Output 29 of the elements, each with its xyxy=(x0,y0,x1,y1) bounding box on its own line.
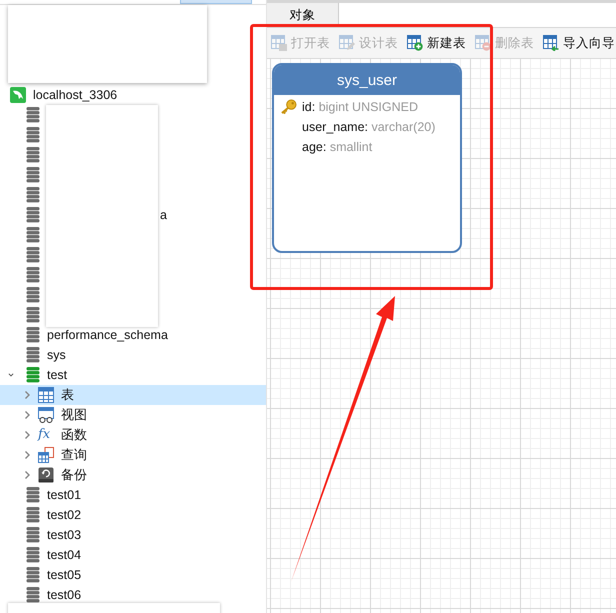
database-name[interactable]: test05 xyxy=(47,568,82,582)
tree-item[interactable]: 备份 xyxy=(0,465,266,485)
tree-item-label: 表 xyxy=(61,386,74,404)
tree-item[interactable]: 表 xyxy=(0,385,266,405)
tree-item[interactable]: 视图 xyxy=(0,405,266,425)
database-name[interactable]: test02 xyxy=(47,508,82,522)
field-definition: id: bigint UNSIGNED xyxy=(302,100,418,114)
toolbar-button[interactable]: 新建表 xyxy=(407,34,475,52)
database-name[interactable]: test06 xyxy=(47,588,82,602)
tree-item-label: 函数 xyxy=(61,426,87,444)
database-name[interactable]: test03 xyxy=(47,528,82,542)
tree-item-label: 备份 xyxy=(61,466,87,484)
database-name[interactable]: test01 xyxy=(47,488,82,502)
database-name[interactable]: test xyxy=(47,368,68,382)
field-definition: user_name: varchar(20) xyxy=(302,120,436,134)
tree-item[interactable]: 查询 xyxy=(0,445,266,465)
table-name: sys_user xyxy=(274,65,460,95)
database-name: a xyxy=(160,208,167,222)
table-card[interactable]: sys_user id: bigint UNSIGNED user_name: varchar(20) age: smallint xyxy=(272,63,462,253)
database-name[interactable]: sys xyxy=(47,348,66,362)
tree-item[interactable]: fx 函数 xyxy=(0,425,266,445)
field-definition: age: smallint xyxy=(302,140,372,154)
database-name[interactable]: performance_schema xyxy=(47,328,168,342)
connection-name[interactable]: localhost_3306 xyxy=(33,88,118,102)
tree-item-label: 查询 xyxy=(61,446,87,464)
database-name[interactable]: test04 xyxy=(47,548,82,562)
function-icon: fx xyxy=(38,427,54,443)
tree-item-label: 视图 xyxy=(61,406,87,424)
toolbar-button[interactable]: 导入向导 xyxy=(543,34,616,52)
